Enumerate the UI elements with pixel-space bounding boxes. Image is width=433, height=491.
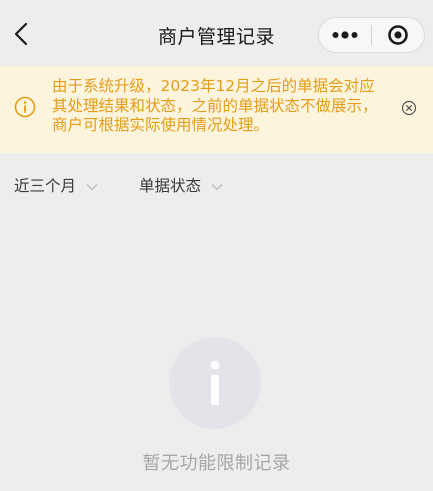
filter-document-status[interactable]: 单据状态 [139,174,223,196]
close-mini-program-button[interactable] [372,18,424,52]
filter-time-range[interactable]: 近三个月 [14,174,98,196]
close-circle-icon [401,100,417,116]
notice-close-button[interactable] [400,99,418,117]
target-circle-icon [388,25,408,45]
filter-label: 近三个月 [14,177,77,195]
more-dots-icon [332,31,358,39]
empty-state-icon-bg [169,337,261,429]
info-i-icon [210,360,220,405]
more-button[interactable] [319,18,371,52]
info-circle-icon [14,96,36,118]
chevron-down-icon [86,183,98,190]
filter-label: 单据状态 [139,177,202,195]
mini-program-capsule [318,17,425,53]
notice-text: 由于系统升级，2023年12月之后的单据会对应其处理结果和状态，之前的单据状态不… [52,77,378,134]
navigation-bar: 商户管理记录 [0,0,433,66]
chevron-down-icon [211,183,223,190]
empty-state-text: 暂无功能限制记录 [142,453,291,474]
